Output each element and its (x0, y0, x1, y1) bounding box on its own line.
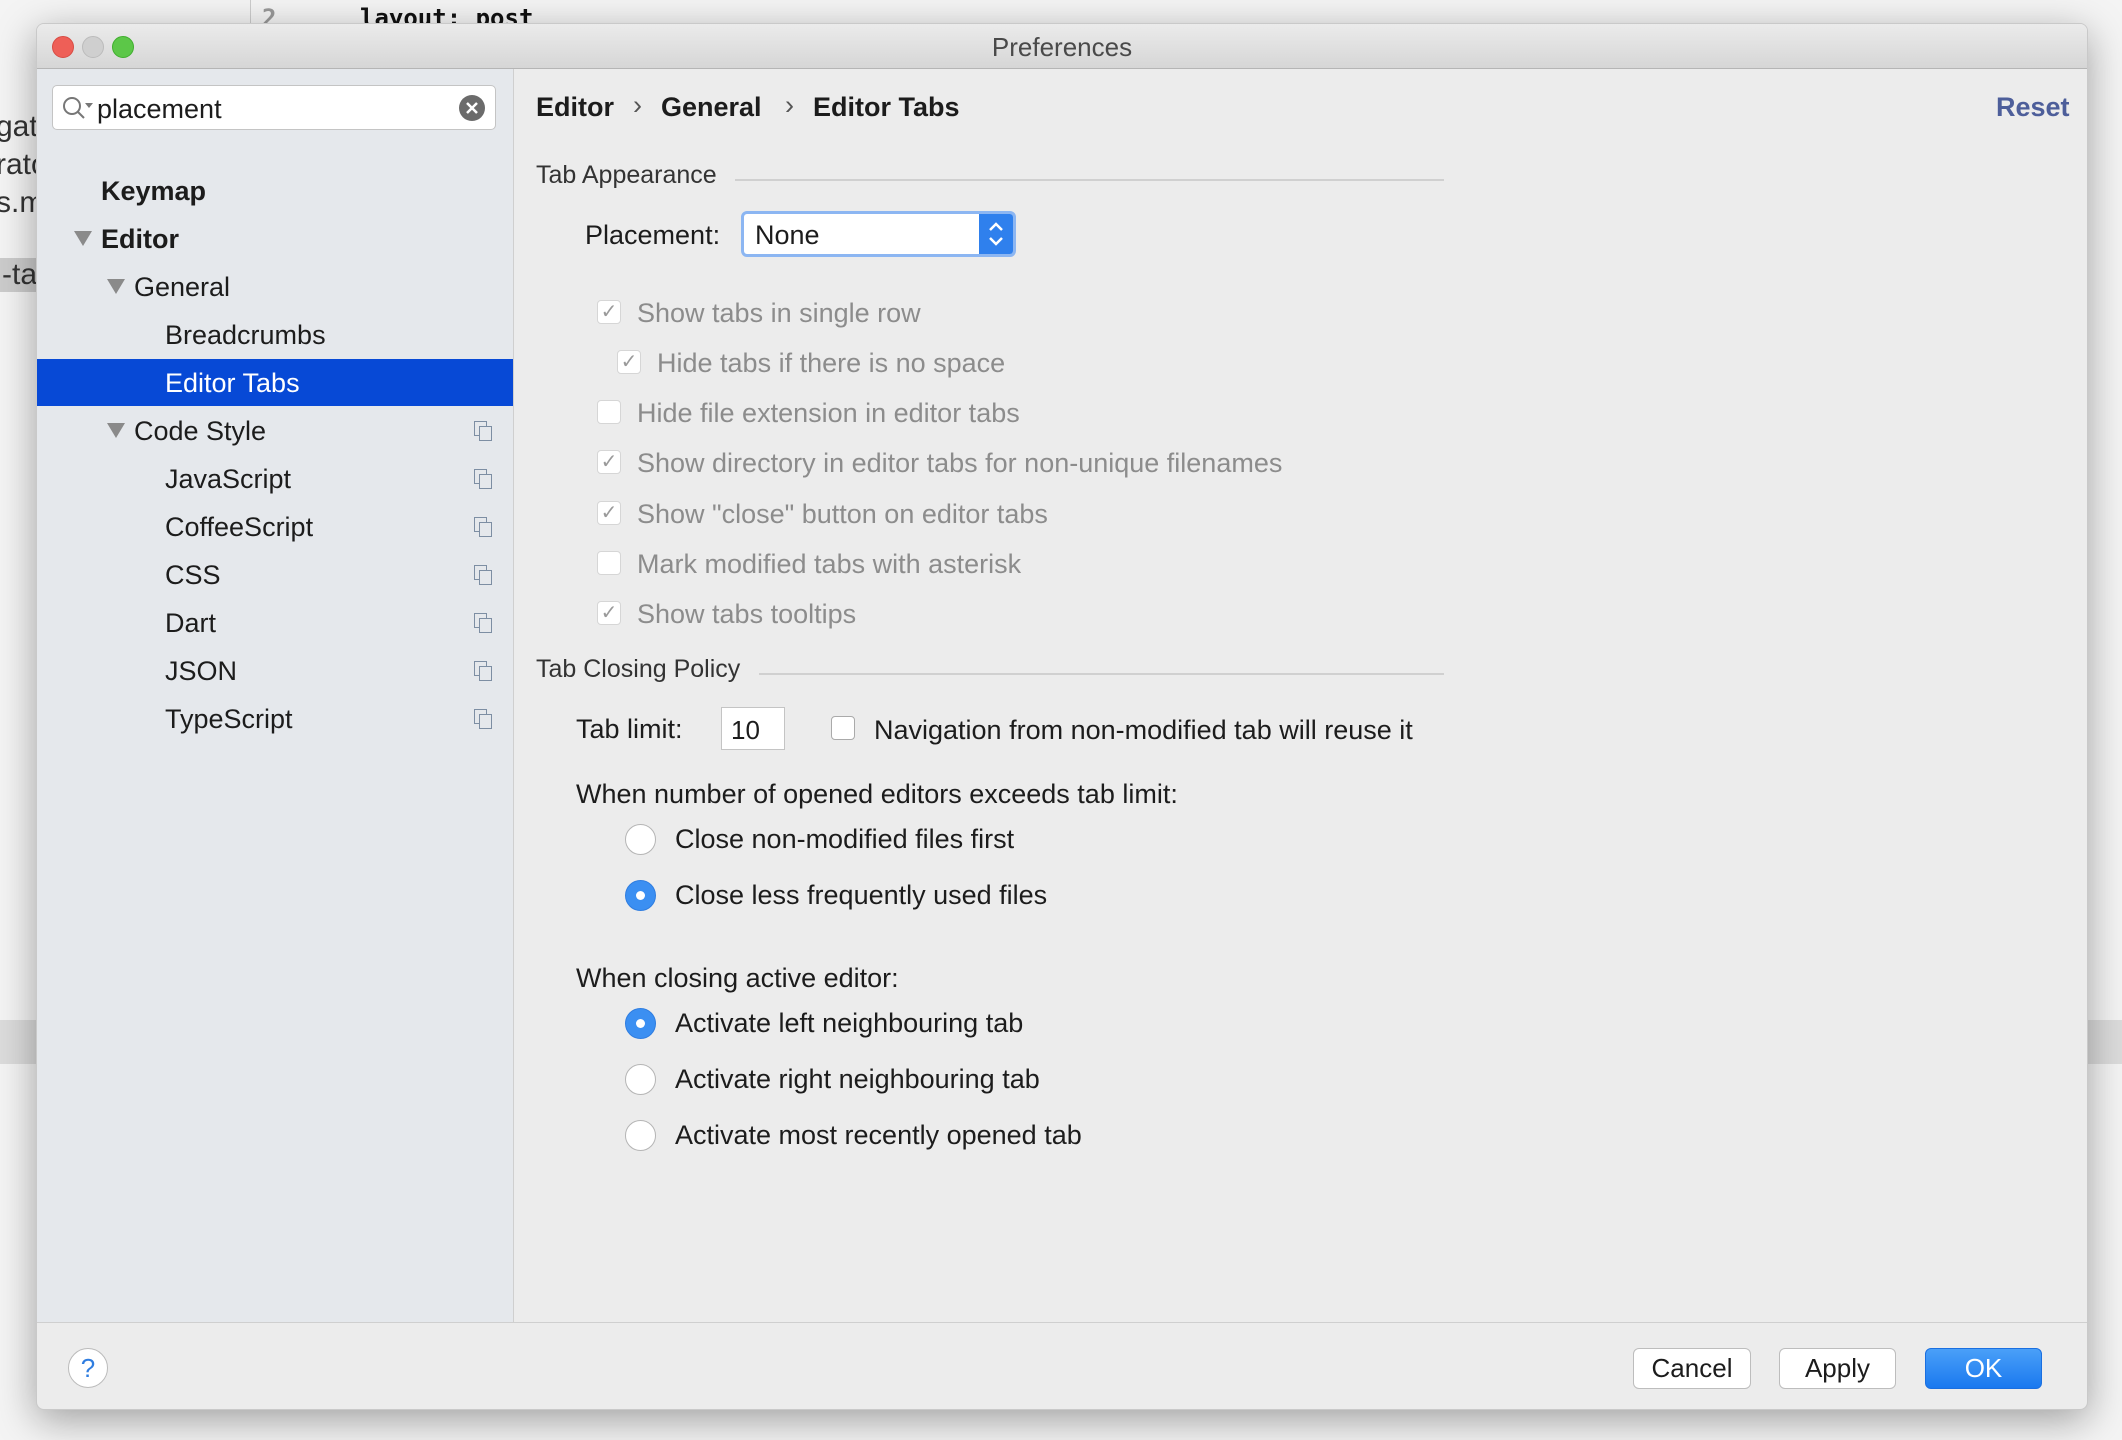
placement-value: None (755, 220, 820, 250)
tab-limit-input[interactable]: 10 (721, 707, 785, 750)
sidebar-item-label: TypeScript (165, 704, 293, 734)
sidebar-item-javascript[interactable]: JavaScript (37, 455, 513, 502)
expand-triangle-icon[interactable] (74, 231, 92, 246)
radio-button[interactable] (625, 1120, 656, 1151)
project-copy-icon (474, 661, 492, 681)
expand-triangle-icon[interactable] (107, 279, 125, 294)
tab-appearance-heading: Tab Appearance (536, 161, 717, 189)
breadcrumb-separator: › (633, 90, 642, 120)
radio-label: Activate most recently opened tab (675, 1120, 1082, 1150)
checkbox[interactable] (597, 551, 621, 575)
placement-label: Placement: (585, 220, 721, 250)
project-copy-icon (474, 517, 492, 537)
checkbox-label: Hide tabs if there is no space (657, 348, 1006, 378)
sidebar-item-dart[interactable]: Dart (37, 599, 513, 646)
sidebar-item-label: CoffeeScript (165, 512, 314, 542)
chevron-updown-icon (979, 214, 1013, 254)
title-bar: Preferences (37, 24, 2087, 69)
project-copy-icon (474, 565, 492, 585)
reset-link[interactable]: Reset (1996, 92, 2070, 123)
search-input[interactable]: placement (52, 85, 496, 130)
checkbox-label: Show directory in editor tabs for non-un… (637, 448, 1283, 478)
ok-button[interactable]: OK (1925, 1348, 2042, 1389)
sidebar-item-label: Code Style (134, 416, 267, 446)
checkbox-label: Hide file extension in editor tabs (637, 398, 1020, 428)
cancel-button[interactable]: Cancel (1633, 1348, 1751, 1389)
project-copy-icon (474, 709, 492, 729)
sidebar-item-typescript[interactable]: TypeScript (37, 695, 513, 742)
sidebar-item-breadcrumbs[interactable]: Breadcrumbs (37, 311, 513, 358)
checkbox[interactable] (597, 400, 621, 424)
radio-label: Activate left neighbouring tab (675, 1008, 1024, 1038)
sidebar-item-css[interactable]: CSS (37, 551, 513, 598)
closing-label: When closing active editor: (576, 963, 899, 993)
sidebar-item-keymap[interactable]: Keymap (37, 167, 513, 214)
divider (759, 673, 1444, 675)
sidebar-item-label: Keymap (101, 176, 207, 206)
sidebar-item-code-style[interactable]: Code Style (37, 407, 513, 454)
clear-search-icon[interactable] (458, 94, 486, 122)
radio-label: Close less frequently used files (675, 880, 1048, 910)
radio-button[interactable] (625, 1008, 656, 1039)
sidebar-item-label: Editor (101, 224, 179, 254)
breadcrumb-editor[interactable]: Editor (536, 92, 614, 123)
radio-label: Close non-modified files first (675, 824, 1015, 854)
checkbox[interactable]: ✓ (597, 501, 621, 525)
sidebar-item-general[interactable]: General (37, 263, 513, 310)
divider (735, 179, 1444, 181)
search-icon (63, 97, 93, 119)
sidebar-item-json[interactable]: JSON (37, 647, 513, 694)
sidebar-item-label: General (134, 272, 231, 302)
radio-button[interactable] (625, 1064, 656, 1095)
search-value: placement (97, 94, 222, 124)
sidebar-item-label: JSON (165, 656, 238, 686)
sidebar-item-label: Dart (165, 608, 217, 638)
checkbox[interactable]: ✓ (597, 450, 621, 474)
sidebar-item-label: Breadcrumbs (165, 320, 326, 350)
preferences-dialog: Preferences placement Keymap Editor Genera… (36, 23, 2088, 1410)
editor-gutter-line (250, 0, 251, 23)
breadcrumb-separator: › (785, 90, 794, 120)
sidebar-item-coffeescript[interactable]: CoffeeScript (37, 503, 513, 550)
settings-sidebar: placement Keymap Editor General Breadcrumbs… (37, 69, 514, 1323)
checkbox[interactable]: ✓ (597, 601, 621, 625)
sidebar-item-editor-tabs[interactable]: Editor Tabs (37, 359, 513, 406)
sidebar-item-editor[interactable]: Editor (37, 215, 513, 262)
sidebar-item-label: JavaScript (165, 464, 292, 494)
project-copy-icon (474, 613, 492, 633)
checkbox-label: Mark modified tabs with asterisk (637, 549, 1022, 579)
project-copy-icon (474, 469, 492, 489)
checkbox[interactable]: ✓ (617, 350, 641, 374)
radio-button[interactable] (625, 824, 656, 855)
checkbox-label: Show "close" button on editor tabs (637, 499, 1048, 529)
reuse-tab-label: Navigation from non-modified tab will re… (874, 715, 1413, 745)
tab-closing-heading: Tab Closing Policy (536, 655, 741, 683)
project-copy-icon (474, 421, 492, 441)
apply-button[interactable]: Apply (1779, 1348, 1896, 1389)
breadcrumb-editor-tabs: Editor Tabs (813, 92, 960, 122)
placement-select[interactable]: None (741, 211, 1016, 257)
reuse-tab-checkbox[interactable] (831, 716, 855, 740)
expand-triangle-icon[interactable] (107, 423, 125, 438)
exceeds-label: When number of opened editors exceeds ta… (576, 779, 1178, 809)
help-button[interactable]: ? (68, 1348, 108, 1388)
window-title: Preferences (991, 32, 1133, 62)
breadcrumb-general[interactable]: General (661, 92, 762, 123)
checkbox-label: Show tabs tooltips (637, 599, 857, 629)
sidebar-item-label: Editor Tabs (165, 368, 300, 398)
radio-button[interactable] (625, 880, 656, 911)
sidebar-item-label: CSS (165, 560, 221, 590)
tab-limit-label: Tab limit: (576, 714, 683, 744)
footer-divider (37, 1322, 2087, 1323)
checkbox[interactable]: ✓ (597, 300, 621, 324)
tab-limit-value: 10 (731, 715, 760, 745)
radio-label: Activate right neighbouring tab (675, 1064, 1040, 1094)
checkbox-label: Show tabs in single row (637, 298, 921, 328)
